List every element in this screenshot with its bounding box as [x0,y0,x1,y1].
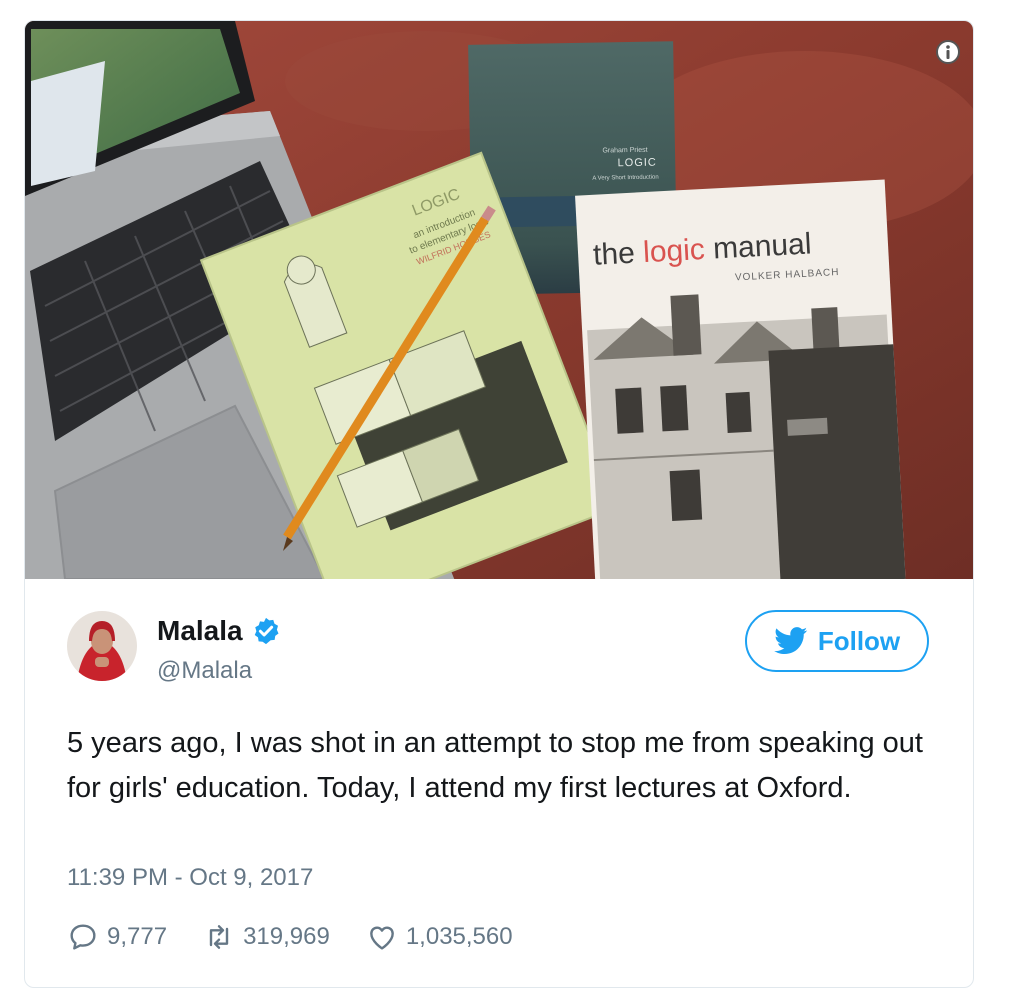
author-name-row[interactable]: Malala [157,615,281,647]
photo-illustration: Graham Priest LOGIC A Very Short Introdu… [25,21,973,579]
follow-button[interactable]: Follow [745,610,929,672]
like-count: 1,035,560 [405,923,513,950]
like-action[interactable]: 1,035,560 [366,921,513,953]
avatar-image [67,611,137,681]
retweet-icon [209,925,229,949]
reply-icon [70,924,96,950]
avatar[interactable] [67,611,137,681]
heart-icon [369,926,394,950]
tweet-text: 5 years ago, I was shot in an attempt to… [67,727,923,804]
tweet-card: Graham Priest LOGIC A Very Short Introdu… [24,20,974,988]
retweet-count: 319,969 [243,923,330,950]
timestamp[interactable]: 11:39 PM - Oct 9, 2017 [67,864,313,892]
info-icon[interactable] [935,39,961,65]
tweet-photo[interactable]: Graham Priest LOGIC A Very Short Introdu… [25,21,973,579]
tweet-actions: 9,777 319,969 1,035,560 [67,921,513,953]
reply-count: 9,777 [107,923,168,950]
small-book-subtitle: A Very Short Introduction [592,175,658,182]
verified-badge-icon [254,617,279,645]
display-name[interactable]: Malala [157,615,243,647]
handle[interactable]: @Malala [157,657,252,685]
retweet-action[interactable]: 319,969 [203,921,330,953]
follow-button-label: Follow [817,625,901,656]
twitter-bird-icon [774,627,808,655]
small-book-title: LOGIC [617,157,656,170]
reply-action[interactable]: 9,777 [67,921,167,953]
small-book-author: Graham Priest [602,147,647,155]
